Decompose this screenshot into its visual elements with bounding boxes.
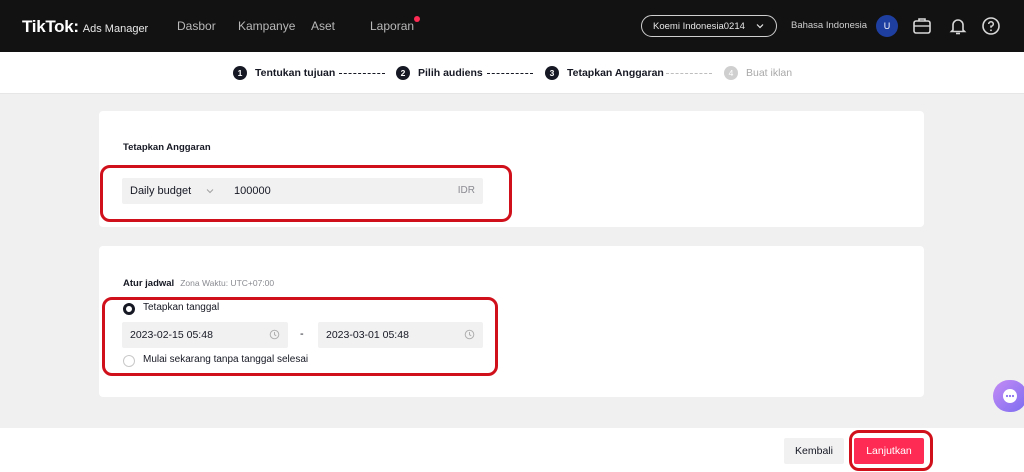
budget-type-select[interactable]: Daily budget: [130, 185, 191, 197]
chevron-down-icon: [756, 24, 764, 29]
nav-dasbor[interactable]: Dasbor: [177, 19, 216, 33]
chevron-down-icon[interactable]: [204, 184, 216, 198]
end-date-value: 2023-03-01 05:48: [326, 329, 409, 341]
nav-laporan-label: Laporan: [370, 19, 415, 33]
schedule-title: Atur jadwal Zona Waktu: UTC+07:00: [123, 278, 274, 289]
date-separator: -: [300, 328, 304, 340]
avatar[interactable]: U: [876, 15, 898, 37]
step-tentukan-tujuan[interactable]: 1 Tentukan tujuan: [233, 66, 335, 80]
end-date-input[interactable]: 2023-03-01 05:48: [318, 322, 483, 348]
budget-amount-input[interactable]: 100000: [234, 185, 271, 197]
step-label: Buat iklan: [746, 67, 793, 79]
step-connector: [339, 73, 385, 74]
chat-icon: [1003, 389, 1017, 403]
radio-set-dates-label[interactable]: Tetapkan tanggal: [143, 302, 219, 313]
radio-set-dates[interactable]: [123, 303, 135, 315]
back-button[interactable]: Kembali: [784, 438, 844, 464]
timezone-label: Zona Waktu: UTC+07:00: [180, 278, 275, 288]
clock-icon: [269, 329, 280, 340]
budget-input-group: Daily budget 100000 IDR: [122, 178, 483, 204]
continue-button[interactable]: Lanjutkan: [854, 438, 924, 464]
account-name: Koemi Indonesia0214: [653, 20, 745, 32]
step-number: 2: [396, 66, 410, 80]
step-buat-iklan: 4 Buat iklan: [724, 66, 792, 80]
step-connector: [487, 73, 533, 74]
budget-card: Tetapkan Anggaran Daily budget 100000 ID…: [99, 111, 924, 227]
logo-main: TikTok: [22, 17, 74, 36]
nav-laporan[interactable]: Laporan: [370, 16, 421, 33]
start-date-input[interactable]: 2023-02-15 05:48: [122, 322, 288, 348]
start-date-value: 2023-02-15 05:48: [130, 329, 213, 341]
clock-icon: [464, 329, 475, 340]
bell-icon[interactable]: [947, 15, 969, 37]
budget-title: Tetapkan Anggaran: [123, 142, 211, 153]
nav-aset[interactable]: Aset: [311, 19, 335, 33]
account-selector[interactable]: Koemi Indonesia0214: [641, 15, 777, 37]
step-number: 4: [724, 66, 738, 80]
notification-dot: [414, 16, 421, 22]
help-icon[interactable]: [980, 15, 1002, 37]
schedule-card: Atur jadwal Zona Waktu: UTC+07:00 Tetapka…: [99, 246, 924, 397]
progress-steps: 1 Tentukan tujuan 2 Pilih audiens 3 Teta…: [0, 52, 1024, 94]
step-pilih-audiens[interactable]: 2 Pilih audiens: [396, 66, 483, 80]
step-number: 1: [233, 66, 247, 80]
currency-label: IDR: [457, 185, 475, 196]
top-navigation-bar: TikTok: Ads Manager Dasbor Kampanye Aset…: [0, 0, 1024, 52]
logo-sub: Ads Manager: [82, 23, 149, 35]
step-connector: [666, 73, 712, 74]
chat-bubble-button[interactable]: [993, 380, 1024, 412]
schedule-title-text: Atur jadwal: [123, 278, 175, 289]
tiktok-ads-manager-logo[interactable]: TikTok: Ads Manager: [22, 17, 148, 37]
step-label: Pilih audiens: [418, 67, 483, 79]
logo-colon: :: [73, 17, 79, 36]
step-tetapkan-anggaran[interactable]: 3 Tetapkan Anggaran: [545, 66, 664, 80]
step-label: Tentukan tujuan: [255, 67, 336, 79]
radio-continuous[interactable]: [123, 355, 135, 367]
step-number: 3: [545, 66, 559, 80]
briefcase-icon[interactable]: [911, 15, 933, 37]
language-selector[interactable]: Bahasa Indonesia: [791, 20, 867, 31]
step-label: Tetapkan Anggaran: [567, 67, 664, 79]
radio-continuous-label[interactable]: Mulai sekarang tanpa tanggal selesai: [143, 354, 308, 365]
nav-kampanye[interactable]: Kampanye: [238, 19, 295, 33]
